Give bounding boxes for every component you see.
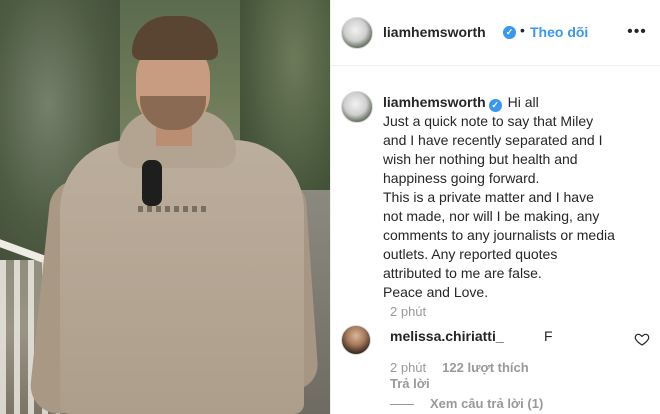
post-caption: liamhemsworth ✓ Hi all Just a quick note …: [383, 93, 651, 302]
author-avatar[interactable]: [341, 17, 373, 49]
comment-meta: 2 phút 122 lượt thích: [390, 360, 529, 375]
caption-line: Just a quick note to say that Miley: [383, 113, 594, 129]
more-dots-icon[interactable]: •••: [625, 22, 649, 42]
photo-sunglasses: [142, 160, 162, 206]
caption-line: wish her nothing but health and: [383, 151, 578, 167]
caption-line: Peace and Love.: [383, 284, 489, 300]
follow-button[interactable]: Theo dõi: [530, 24, 588, 40]
post-header: liamhemsworth ✓ • Theo dõi •••: [331, 0, 660, 66]
post-side-panel: liamhemsworth ✓ • Theo dõi ••• liamhemsw…: [330, 0, 660, 414]
caption-line: and I have recently separated and I: [383, 132, 603, 148]
commenter-avatar[interactable]: [341, 325, 371, 355]
photo-hoodie: [60, 140, 304, 414]
caption-line: attributed to me are false.: [383, 265, 542, 281]
caption-line: Hi all: [507, 94, 539, 110]
view-replies-line: [390, 404, 414, 405]
caption-line: This is a private matter and I have: [383, 189, 594, 205]
comment-likes[interactable]: 122 lượt thích: [442, 360, 529, 375]
caption-line: happiness going forward.: [383, 170, 540, 186]
author-username[interactable]: liamhemsworth: [383, 24, 486, 40]
caption-line: not made, nor will I be making, any: [383, 208, 600, 224]
caption-author-avatar[interactable]: [341, 91, 373, 123]
caption-timestamp[interactable]: 2 phút: [390, 304, 426, 319]
comment-text: F: [544, 328, 553, 344]
reply-button[interactable]: Trả lời: [390, 376, 430, 391]
verified-badge-icon: ✓: [488, 99, 502, 112]
comment-username[interactable]: melissa.chiriatti_: [390, 328, 504, 344]
comment-timestamp[interactable]: 2 phút: [390, 360, 426, 375]
verified-badge-icon: ✓: [503, 26, 516, 39]
separator-dot: •: [520, 22, 525, 38]
heart-outline-icon[interactable]: [634, 331, 650, 347]
post-photo[interactable]: [0, 0, 330, 414]
photo-hoodie-print: [138, 206, 208, 212]
view-replies-button[interactable]: Xem câu trả lời (1): [430, 396, 543, 411]
caption-username[interactable]: liamhemsworth: [383, 94, 486, 110]
caption-line: comments to any journalists or media: [383, 227, 615, 243]
photo-hair: [132, 16, 218, 60]
caption-line: outlets. Any reported quotes: [383, 246, 558, 262]
